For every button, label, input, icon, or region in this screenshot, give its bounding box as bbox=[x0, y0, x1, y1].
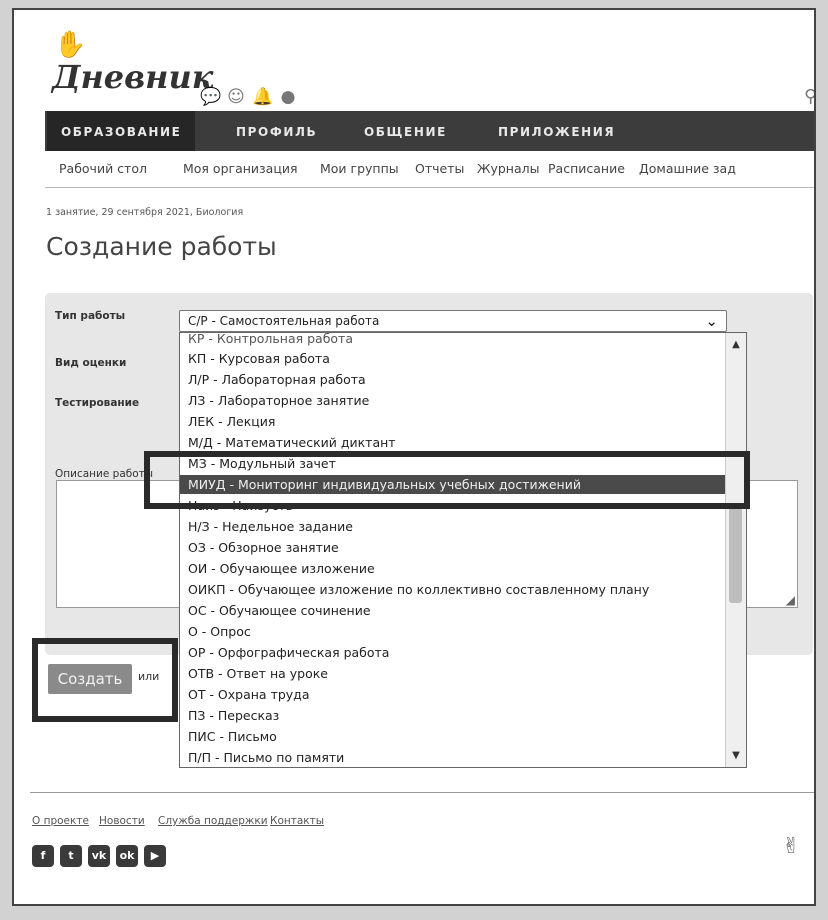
scroll-up-icon[interactable]: ▲ bbox=[726, 339, 746, 350]
dropdown-option[interactable]: ОИКП - Обучающее изложение по коллективн… bbox=[188, 580, 649, 599]
resize-handle-icon[interactable]: ◢ bbox=[786, 593, 795, 607]
sub-nav: Рабочий стол Моя организация Мои группы … bbox=[45, 151, 814, 188]
nav-profile[interactable]: ПРОФИЛЬ bbox=[236, 111, 317, 151]
grade-type-label: Вид оценки bbox=[55, 357, 127, 369]
youtube-icon[interactable]: ▶ bbox=[144, 845, 166, 867]
breadcrumb: 1 занятие, 29 сентября 2021, Биология bbox=[46, 207, 244, 218]
screenshot-frame: ✋ Дневник 💬 ☺ 🔔 ● ⚲ ОБРАЗОВАНИЕ ПРОФИЛЬ … bbox=[12, 8, 816, 906]
odnoklassniki-icon[interactable]: ok bbox=[116, 845, 138, 867]
search-icon[interactable]: ⚲ bbox=[804, 86, 814, 107]
bell-icon[interactable]: 🔔 bbox=[252, 87, 273, 107]
scrollbar-thumb[interactable] bbox=[729, 503, 742, 603]
dropdown-option[interactable]: Л/Р - Лабораторная работа bbox=[188, 370, 366, 389]
dropdown-option[interactable]: ОТ - Охрана труда bbox=[188, 685, 309, 704]
vk-icon[interactable]: vk bbox=[88, 845, 110, 867]
user-icon[interactable]: ☺ bbox=[226, 87, 246, 107]
dropdown-option[interactable]: ОР - Орфографическая работа bbox=[188, 643, 389, 662]
dropdown-option[interactable]: КП - Курсовая работа bbox=[188, 349, 330, 368]
footer-divider bbox=[30, 792, 814, 793]
subnav-reports[interactable]: Отчеты bbox=[415, 161, 464, 176]
work-type-select[interactable]: С/Р - Самостоятельная работа ⌄ bbox=[179, 310, 727, 332]
dropdown-option[interactable]: ОТВ - Ответ на уроке bbox=[188, 664, 328, 683]
dropdown-option[interactable]: Н/З - Недельное задание bbox=[188, 517, 353, 536]
subnav-desktop[interactable]: Рабочий стол bbox=[59, 161, 147, 176]
subnav-my-groups[interactable]: Мои группы bbox=[320, 161, 399, 176]
work-type-label: Тип работы bbox=[55, 310, 126, 322]
dropdown-option[interactable]: М/Д - Математический диктант bbox=[188, 433, 396, 452]
dropdown-option[interactable]: ЛЕК - Лекция bbox=[188, 412, 275, 431]
dropdown-option[interactable]: ЛЗ - Лабораторное занятие bbox=[188, 391, 369, 410]
description-label: Описание работы bbox=[55, 468, 154, 480]
twitter-icon[interactable]: t bbox=[60, 845, 82, 867]
highlight-box-create-button bbox=[32, 638, 178, 722]
globe-icon[interactable]: ● bbox=[278, 87, 298, 107]
subnav-journals[interactable]: Журналы bbox=[477, 161, 540, 176]
nav-communication[interactable]: ОБЩЕНИЕ bbox=[364, 111, 447, 151]
dropdown-option[interactable]: ПЗ - Пересказ bbox=[188, 706, 279, 725]
nav-apps[interactable]: ПРИЛОЖЕНИЯ bbox=[498, 111, 615, 151]
work-type-dropdown-list[interactable]: КР - Контрольная работа КП - Курсовая ра… bbox=[179, 332, 747, 768]
subnav-homework[interactable]: Домашние зад bbox=[639, 161, 736, 176]
footer-link-contacts[interactable]: Контакты bbox=[270, 815, 324, 827]
mascot-icon: ✌ bbox=[782, 834, 801, 859]
chevron-down-icon: ⌄ bbox=[705, 312, 718, 330]
page-title: Создание работы bbox=[46, 232, 277, 261]
footer-link-news[interactable]: Новости bbox=[99, 815, 145, 827]
highlight-box-selected-option bbox=[144, 451, 750, 509]
facebook-icon[interactable]: f bbox=[32, 845, 54, 867]
subnav-schedule[interactable]: Расписание bbox=[548, 161, 625, 176]
dropdown-option[interactable]: ОЗ - Обзорное занятие bbox=[188, 538, 339, 557]
scroll-down-icon[interactable]: ▼ bbox=[726, 750, 746, 761]
dropdown-option[interactable]: О - Опрос bbox=[188, 622, 251, 641]
dropdown-option[interactable]: ОС - Обучающее сочинение bbox=[188, 601, 371, 620]
dropdown-option[interactable]: ОИ - Обучающее изложение bbox=[188, 559, 375, 578]
footer-link-support[interactable]: Служба поддержки bbox=[158, 815, 268, 827]
work-type-value: С/Р - Самостоятельная работа bbox=[188, 314, 380, 328]
hand-logo-icon: ✋ bbox=[54, 30, 87, 60]
nav-education[interactable]: ОБРАЗОВАНИЕ bbox=[47, 111, 196, 151]
dropdown-option-partial[interactable]: КР - Контрольная работа bbox=[188, 333, 353, 348]
footer-link-about[interactable]: О проекте bbox=[32, 815, 89, 827]
dropdown-scrollbar[interactable]: ▲ ▼ bbox=[725, 333, 746, 767]
main-nav: ОБРАЗОВАНИЕ ПРОФИЛЬ ОБЩЕНИЕ ПРИЛОЖЕНИЯ bbox=[45, 111, 814, 151]
chat-icon[interactable]: 💬 bbox=[200, 87, 221, 107]
dropdown-option[interactable]: ПИС - Письмо bbox=[188, 727, 277, 746]
logo-text: Дневник bbox=[52, 58, 214, 96]
testing-label: Тестирование bbox=[55, 397, 140, 409]
dropdown-option[interactable]: П/П - Письмо по памяти bbox=[188, 748, 344, 767]
subnav-my-organization[interactable]: Моя организация bbox=[183, 161, 298, 176]
